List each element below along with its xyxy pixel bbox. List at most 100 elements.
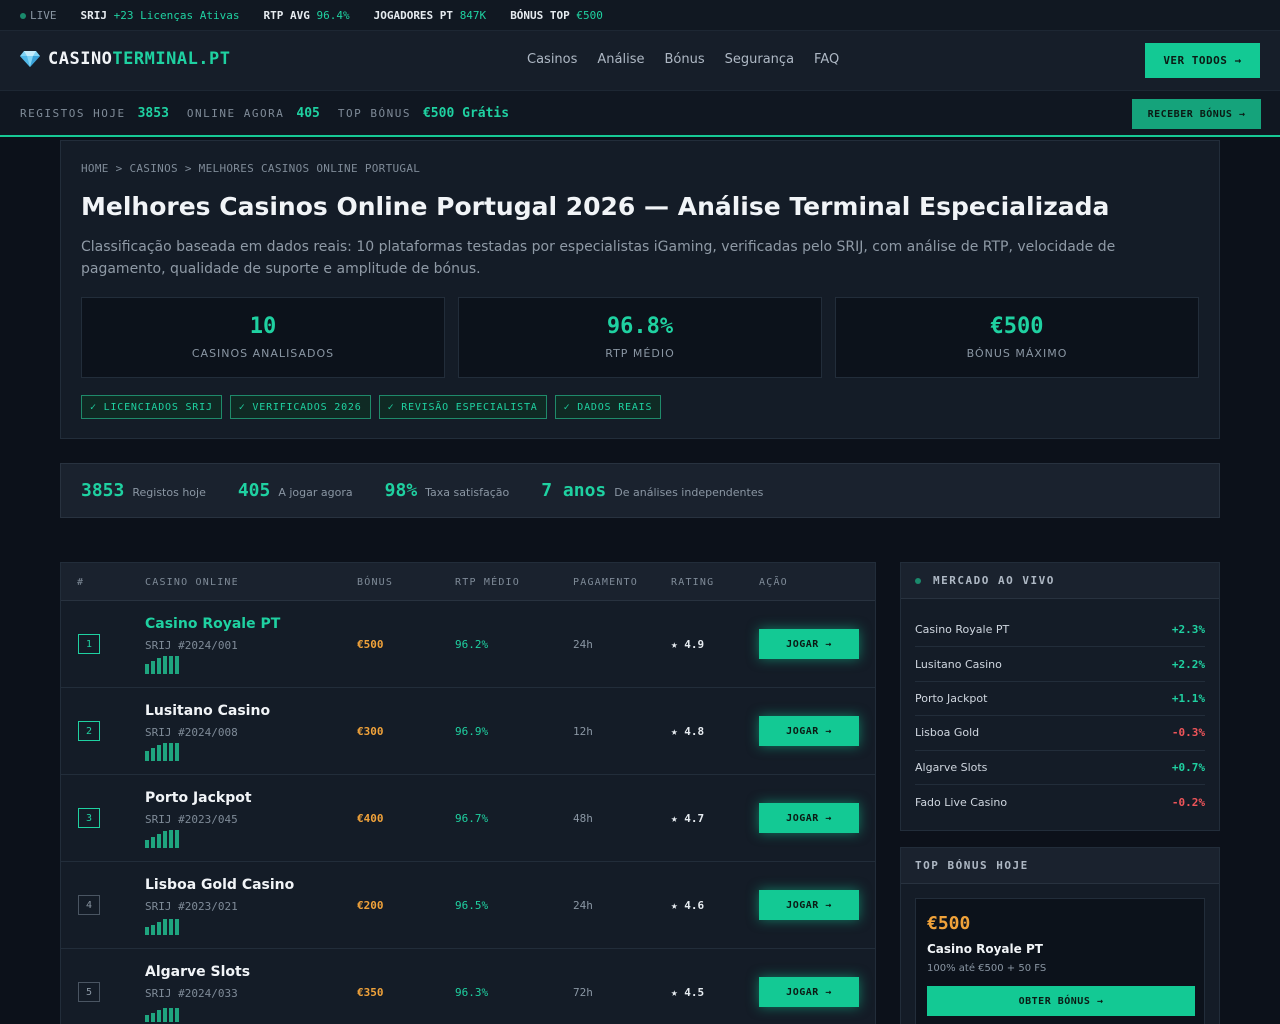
trust-badges: ✓ LICENCIADOS SRIJ ✓ VERIFICADOS 2026 ✓ … (81, 395, 669, 419)
site-header: CASINOTERMINAL.PT Casinos Análise Bónus … (0, 31, 1280, 91)
nav-analise[interactable]: Análise (597, 52, 644, 67)
casino-name[interactable]: Lisboa Gold Casino (145, 877, 294, 893)
casino-name[interactable]: Algarve Slots (145, 964, 250, 980)
nav-faq[interactable]: FAQ (814, 52, 839, 67)
kpi-label: CASINOS ANALISADOS (191, 347, 335, 360)
casino-rtp: 96.7% (455, 812, 489, 825)
casino-rtp: 96.9% (455, 725, 489, 738)
rank-badge: 1 (78, 634, 100, 654)
market-change: -0.3% (1171, 726, 1205, 740)
obter-bonus-button[interactable]: OBTER BÓNUS → (927, 986, 1195, 1016)
registos-hoje-label: REGISTOS HOJE (20, 106, 126, 120)
casino-name[interactable]: Porto Jackpot (145, 790, 252, 806)
ticker-srij-value: +23 Licenças Ativas (113, 8, 240, 22)
casino-rating: ★ 4.9 (671, 638, 705, 651)
market-row[interactable]: Lusitano Casino +2.2% (915, 647, 1205, 682)
market-list: Casino Royale PT +2.3% Lusitano Casino +2.… (901, 599, 1219, 819)
logo-text-terminal: TERMINAL.PT (112, 49, 231, 69)
counter-value: 405 (237, 480, 271, 501)
counter-row: 3853 Registos hoje 405 A jogar agora 98% Ta… (60, 463, 1220, 518)
market-title: MERCADO AO VIVO (933, 574, 1055, 587)
registos-hoje-value: 3853 (137, 105, 169, 121)
market-change: -0.2% (1171, 795, 1205, 809)
receber-bonus-button[interactable]: RECEBER BÓNUS → (1132, 99, 1261, 129)
casino-license: SRIJ #2023/021 (145, 900, 238, 913)
casino-name[interactable]: Lusitano Casino (145, 703, 270, 719)
counter-label: Registos hoje (132, 486, 206, 499)
table-header: # CASINO ONLINE BÓNUS RTP MÉDIO PAGAMENT… (61, 563, 875, 601)
live-dot-icon (20, 12, 26, 19)
jogar-button[interactable]: JOGAR → (759, 890, 859, 920)
col-bonus: BÓNUS (357, 577, 394, 588)
bonus-casino-name: Casino Royale PT (927, 942, 1043, 956)
ticker-rtp-value: 96.4% (316, 8, 350, 22)
ticker-bonus-label: BÓNUS TOP (510, 8, 570, 22)
bonus-card: €500 Casino Royale PT 100% até €500 + 50… (915, 898, 1205, 1024)
ticker-players-label: JOGADORES PT (373, 8, 454, 22)
market-casino-name: Casino Royale PT (915, 623, 1010, 637)
table-row: 4 Lisboa Gold Casino SRIJ #2023/021 €200… (61, 862, 875, 949)
counter-value: 7 anos (541, 480, 607, 501)
col-rating: RATING (671, 577, 715, 588)
ticker-srij-label: SRIJ (80, 8, 108, 22)
top-bonus-label: TOP BÓNUS (337, 106, 411, 120)
market-casino-name: Algarve Slots (915, 760, 988, 774)
live-ticker: LIVE SRIJ +23 Licenças Ativas RTP AVG 96… (0, 0, 1280, 31)
site-logo[interactable]: CASINOTERMINAL.PT (20, 49, 231, 69)
online-agora-value: 405 (296, 105, 320, 121)
casino-bonus: €350 (357, 986, 384, 999)
casino-rtp: 96.3% (455, 986, 489, 999)
ver-todos-button[interactable]: VER TODOS → (1145, 43, 1260, 78)
col-pagamento: PAGAMENTO (573, 577, 638, 588)
market-change: +0.7% (1171, 760, 1205, 774)
online-agora-label: ONLINE AGORA (186, 106, 285, 120)
jogar-button[interactable]: JOGAR → (759, 629, 859, 659)
rank-badge: 2 (78, 721, 100, 741)
market-panel: MERCADO AO VIVO Casino Royale PT +2.3% Lu… (900, 562, 1220, 831)
col-casino: CASINO ONLINE (145, 577, 239, 588)
table-row: 3 Porto Jackpot SRIJ #2023/045 €400 96.7… (61, 775, 875, 862)
counter-jogar: 405 A jogar agora (238, 480, 353, 501)
market-row[interactable]: Lisboa Gold -0.3% (915, 716, 1205, 751)
market-change: +2.2% (1171, 657, 1205, 671)
casino-bonus: €300 (357, 725, 384, 738)
jogar-button[interactable]: JOGAR → (759, 803, 859, 833)
live-indicator: LIVE (20, 9, 57, 22)
hero-card: HOME > CASINOS > MELHORES CASINOS ONLINE… (60, 140, 1220, 439)
table-row: 1 Casino Royale PT SRIJ #2024/001 €500 9… (61, 601, 875, 688)
market-row[interactable]: Fado Live Casino -0.2% (915, 785, 1205, 819)
market-casino-name: Fado Live Casino (915, 795, 1008, 809)
badge-dados: ✓ DADOS REAIS (554, 395, 662, 419)
market-row[interactable]: Algarve Slots +0.7% (915, 751, 1205, 785)
market-row[interactable]: Porto Jackpot +1.1% (915, 682, 1205, 717)
counter-anos: 7 anos De análises independentes (541, 480, 763, 501)
counter-registos: 3853 Registos hoje (81, 480, 206, 501)
rating-bars-icon (145, 830, 181, 848)
nav-bonus[interactable]: Bónus (665, 52, 705, 67)
badge-revisao: ✓ REVISÃO ESPECIALISTA (378, 395, 547, 419)
page-description: Classificação baseada em dados reais: 10… (81, 239, 1116, 277)
ticker-bonus-value: €500 (576, 8, 603, 22)
jogar-button[interactable]: JOGAR → (759, 716, 859, 746)
page-title: Melhores Casinos Online Portugal 2026 — … (81, 192, 1110, 221)
bonus-amount: €500 (927, 913, 971, 934)
badge-licenciados: ✓ LICENCIADOS SRIJ (81, 395, 222, 419)
casino-payment: 48h (573, 812, 593, 825)
nav-casinos[interactable]: Casinos (527, 52, 577, 67)
top-bonus-value: €500 Grátis (422, 105, 510, 121)
casino-bonus: €400 (357, 812, 384, 825)
ticker-rtp: RTP AVG 96.4% (263, 9, 349, 22)
casino-bonus: €200 (357, 899, 384, 912)
casino-rating: ★ 4.5 (671, 986, 705, 999)
market-row[interactable]: Casino Royale PT +2.3% (915, 613, 1205, 648)
rank-badge: 4 (78, 895, 100, 915)
casino-license: SRIJ #2023/045 (145, 813, 238, 826)
casino-payment: 12h (573, 725, 593, 738)
casino-payment: 72h (573, 986, 593, 999)
table-row: 2 Lusitano Casino SRIJ #2024/008 €300 96… (61, 688, 875, 775)
rank-badge: 5 (78, 982, 100, 1002)
jogar-button[interactable]: JOGAR → (759, 977, 859, 1007)
nav-seguranca[interactable]: Segurança (725, 52, 794, 67)
stats-bar: REGISTOS HOJE 3853 ONLINE AGORA 405 TOP … (0, 91, 1280, 137)
casino-name[interactable]: Casino Royale PT (145, 616, 280, 632)
